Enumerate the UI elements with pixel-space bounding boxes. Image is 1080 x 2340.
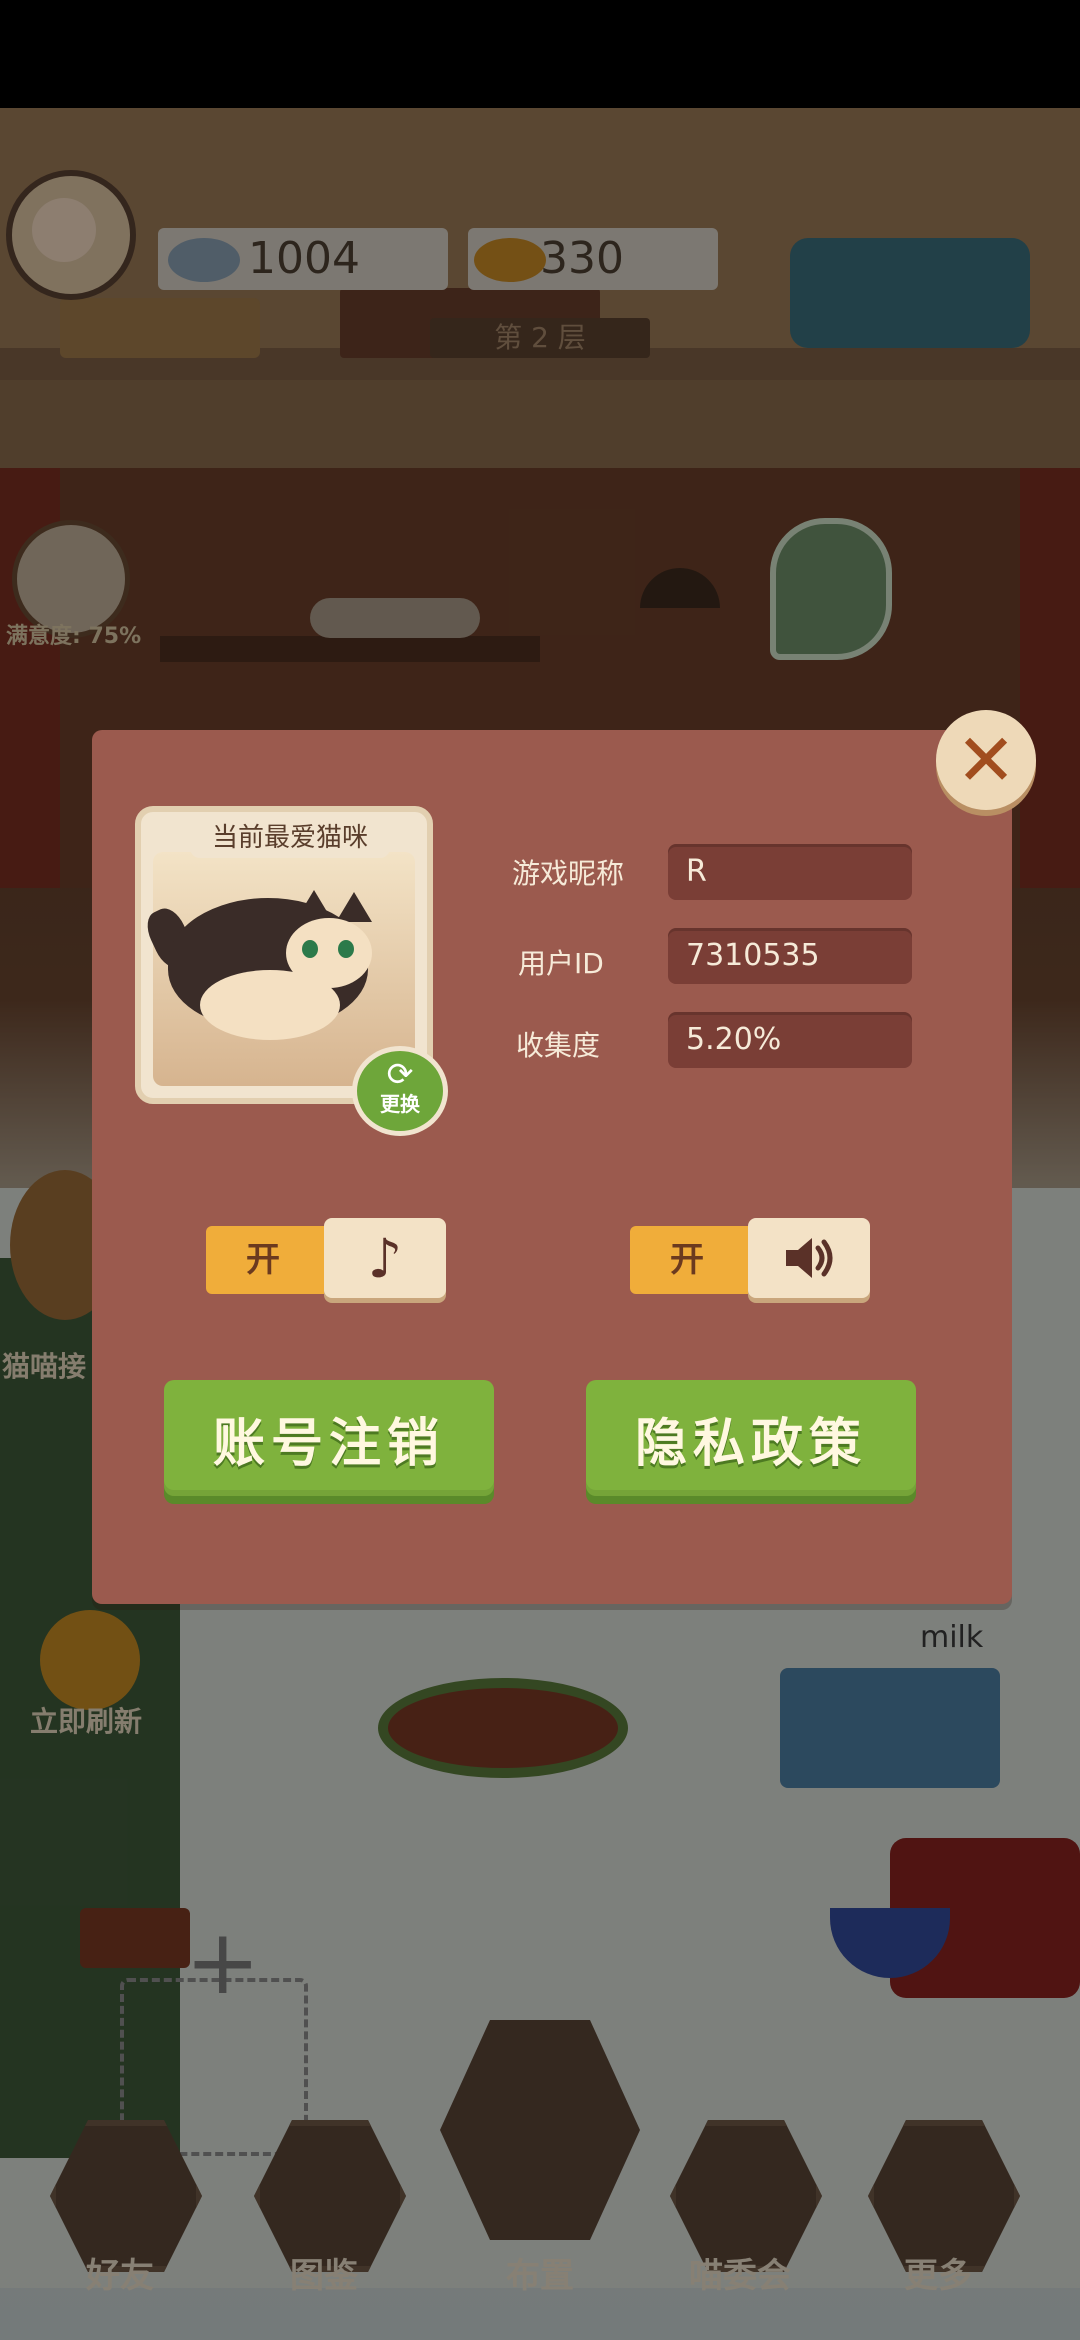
collection-label: 收集度 (516, 1029, 601, 1062)
music-note-icon: ♪ (324, 1218, 446, 1298)
favorite-cat-title: 当前最爱猫咪 (190, 818, 390, 858)
status-bar (0, 0, 1080, 108)
user-id-label: 用户ID (518, 947, 604, 980)
account-cancel-button[interactable]: 账号注销 (164, 1380, 494, 1496)
swap-label: 更换 (380, 1092, 420, 1116)
nickname-label: 游戏昵称 (512, 857, 625, 890)
music-toggle-state: 开 (206, 1226, 332, 1294)
close-icon: ✕ (955, 718, 1017, 802)
refresh-icon: ⟳ (386, 1055, 414, 1093)
sound-toggle-state: 开 (630, 1226, 756, 1294)
speaker-icon-svg (786, 1238, 833, 1278)
collection-field: 5.20% (668, 1012, 912, 1068)
music-toggle[interactable]: 开 ♪ (206, 1218, 450, 1298)
nickname-field: R (668, 844, 912, 900)
speaker-icon (748, 1218, 870, 1298)
cat-face (286, 918, 372, 988)
close-button[interactable]: ✕ (936, 710, 1036, 810)
user-id-field: 7310535 (668, 928, 912, 984)
sound-toggle[interactable]: 开 (630, 1218, 874, 1298)
privacy-policy-button[interactable]: 隐私政策 (586, 1380, 916, 1496)
swap-cat-button[interactable]: ⟳ 更换 (352, 1046, 448, 1136)
